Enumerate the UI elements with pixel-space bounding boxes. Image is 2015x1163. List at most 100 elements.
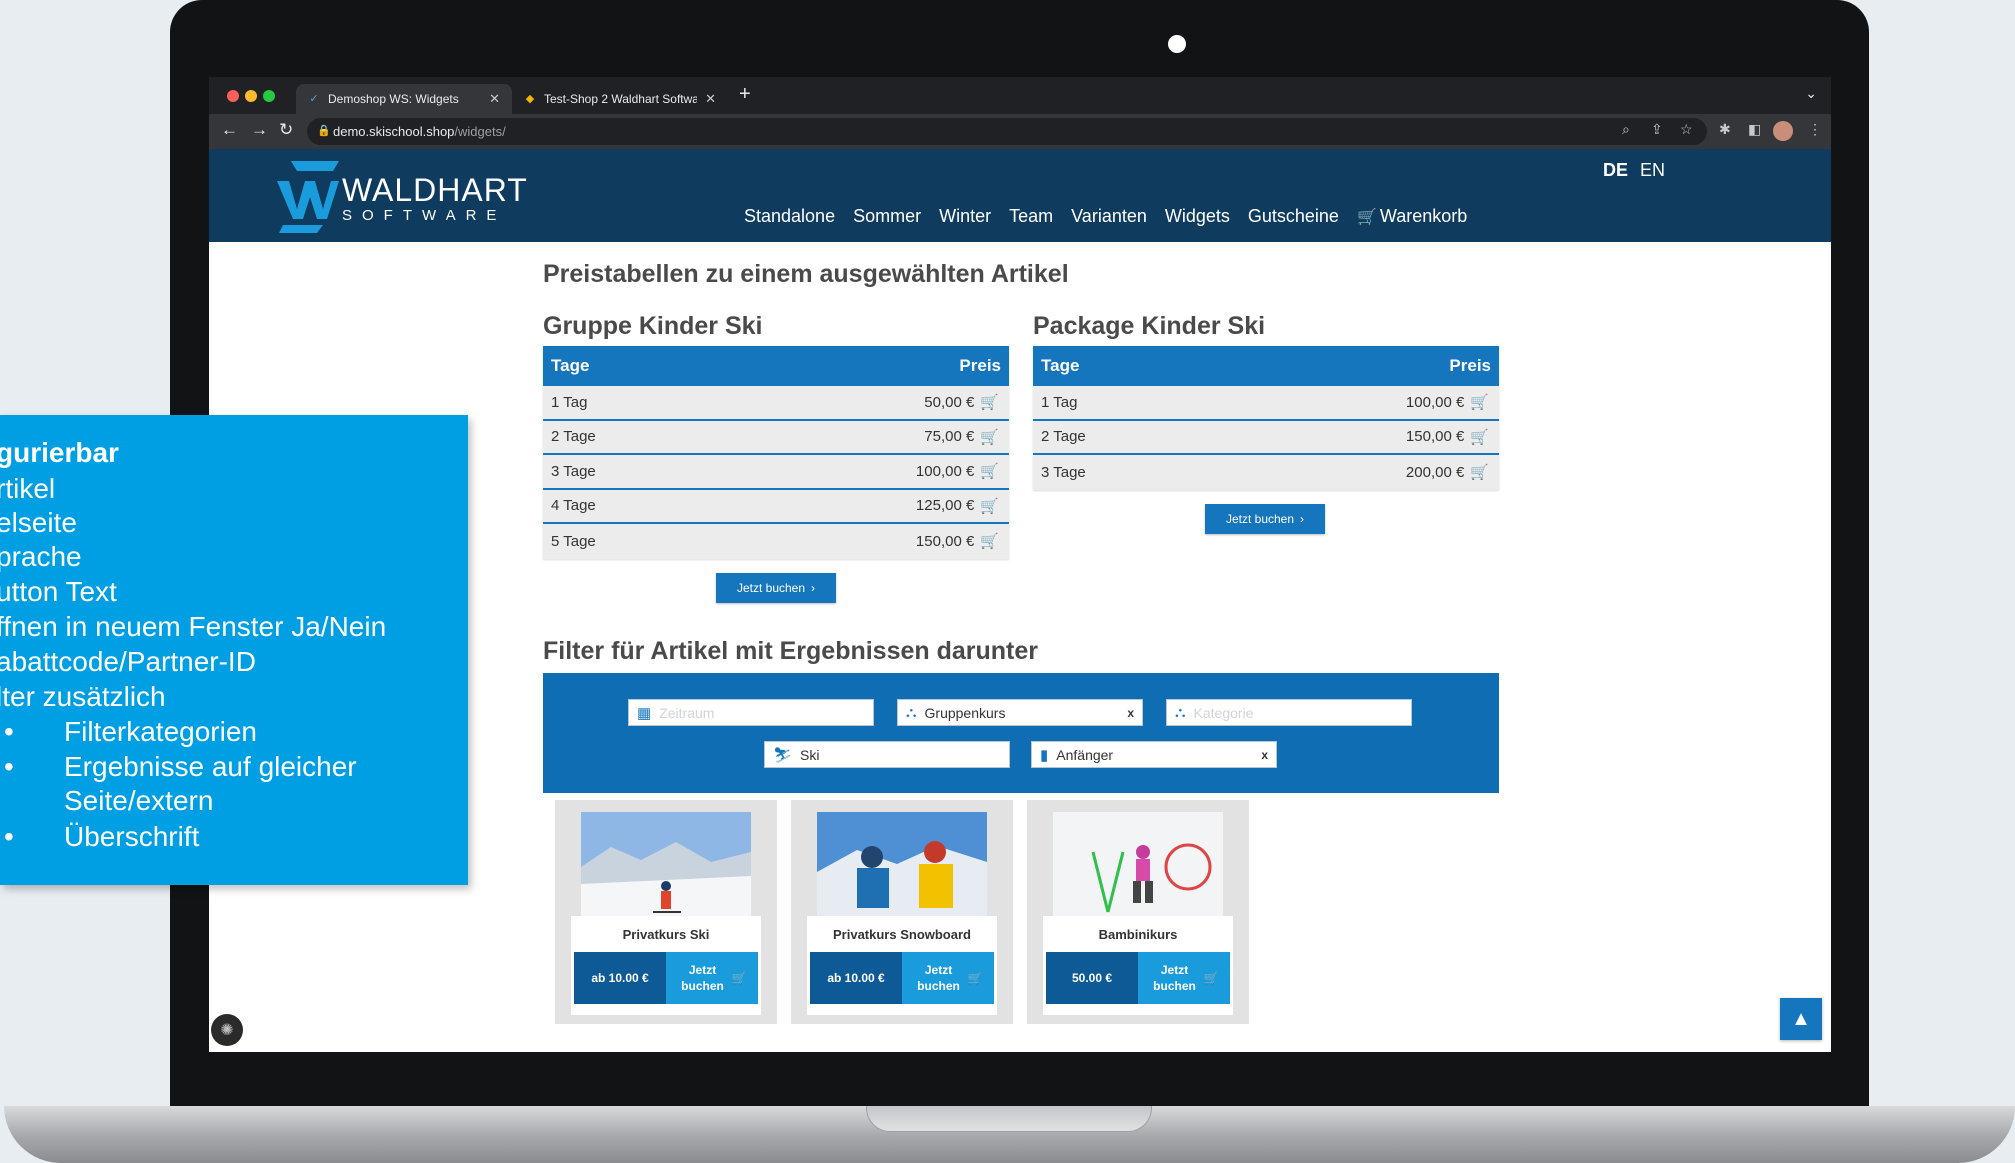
table-header: Tage Preis — [543, 346, 1009, 386]
row-days: 5 Tage — [551, 532, 596, 550]
chevron-down-icon[interactable]: ⌄ — [1805, 85, 1817, 102]
price-table-package: Tage Preis 1 Tag 100,00 € 🛒 2 Tage 150,00 €… — [1033, 346, 1499, 490]
product-book-button[interactable]: Jetzt buchen 🛒 — [902, 952, 994, 1004]
level-filter-input[interactable]: ▮ Anfänger x — [1031, 741, 1277, 768]
menu-item-varianten[interactable]: Varianten — [1071, 206, 1147, 227]
clear-level-button[interactable]: x — [1261, 748, 1268, 762]
product-card[interactable]: Bambinikurs 50.00 € Jetzt buchen 🛒 — [1027, 800, 1249, 1024]
callout-line: elseite — [0, 507, 77, 538]
star-icon[interactable]: ☆ — [1680, 121, 1693, 138]
cart-icon: 🛒 — [1203, 971, 1219, 985]
row-price: 200,00 € — [1405, 463, 1465, 481]
clear-type-button[interactable]: x — [1127, 706, 1134, 720]
menu-item-widgets[interactable]: Widgets — [1165, 206, 1230, 227]
plus-icon[interactable]: + — [739, 83, 751, 106]
skier-icon: ⛷ — [773, 746, 793, 764]
product-price[interactable]: ab 10.00 € — [574, 952, 666, 1004]
chevron-right-icon: › — [1300, 512, 1305, 526]
lang-de[interactable]: DE — [1603, 160, 1628, 181]
product-price[interactable]: 50.00 € — [1046, 952, 1138, 1004]
menu-item-team[interactable]: Team — [1009, 206, 1053, 227]
product-book-button[interactable]: Jetzt buchen 🛒 — [1138, 952, 1230, 1004]
row-price: 50,00 € — [924, 393, 975, 411]
col-days: Tage — [1041, 356, 1080, 375]
menu-item-warenkorb[interactable]: 🛒 Warenkorb — [1357, 206, 1467, 227]
table-row: 1 Tag 50,00 € 🛒 — [543, 386, 1009, 421]
row-days: 3 Tage — [551, 462, 596, 480]
typo3-favicon-icon: ◆ — [525, 93, 535, 105]
menu-item-winter[interactable]: Winter — [939, 206, 991, 227]
product-card[interactable]: Privatkurs Snowboard ab 10.00 € Jetzt bu… — [791, 800, 1013, 1024]
product-card[interactable]: Privatkurs Ski ab 10.00 € Jetzt buchen 🛒 — [555, 800, 777, 1024]
tab-strip: ✓ Demoshop WS: Widgets ✕ ◆ Test-Shop 2 W… — [209, 77, 1831, 114]
back-arrow-icon[interactable]: ← — [221, 120, 238, 140]
sidebar-icon[interactable]: ◧ — [1748, 121, 1761, 138]
tab-test-shop[interactable]: ◆ Test-Shop 2 Waldhart Software ✕ — [512, 84, 728, 114]
callout-line: rtikel — [0, 473, 56, 504]
waldhart-favicon-icon: ✓ — [309, 93, 319, 105]
add-to-cart-icon[interactable]: 🛒 — [980, 428, 999, 446]
row-price: 125,00 € — [915, 497, 975, 515]
table-row: 4 Tage 125,00 € 🛒 — [543, 490, 1009, 524]
section-title-price-tables: Preistabellen zu einem ausgewählten Arti… — [543, 260, 1069, 288]
waldhart-logo-icon[interactable] — [277, 157, 339, 233]
sport-filter-input[interactable]: ⛷ Ski — [764, 741, 1010, 768]
scroll-to-top-button[interactable]: ▲ — [1780, 998, 1822, 1040]
add-to-cart-icon[interactable]: 🛒 — [1470, 463, 1489, 481]
zoom-icon[interactable]: ⌕ — [1622, 121, 1630, 138]
col-price: Preis — [1449, 356, 1491, 375]
table-row: 1 Tag 100,00 € 🛒 — [1033, 386, 1499, 421]
bullet-icon: • — [4, 751, 14, 782]
add-to-cart-icon[interactable]: 🛒 — [980, 497, 999, 515]
period-filter-input[interactable]: ▦ Zeitraum — [628, 699, 874, 726]
lang-en[interactable]: EN — [1640, 160, 1665, 181]
product-book-button[interactable]: Jetzt buchen 🛒 — [666, 952, 758, 1004]
close-icon[interactable]: ✕ — [705, 91, 716, 107]
table-row: 5 Tage 150,00 € 🛒 — [543, 524, 1009, 559]
callout-bullet: Überschrift — [64, 821, 200, 852]
book-now-button[interactable]: Jetzt buchen › — [1205, 504, 1325, 534]
maximize-window-icon[interactable] — [263, 90, 275, 102]
close-window-icon[interactable] — [227, 90, 239, 102]
extensions-icon[interactable]: ✱ — [1719, 121, 1731, 138]
url-host: demo.skischool.shop — [333, 124, 455, 139]
menu-dots-icon[interactable]: ⋮ — [1808, 121, 1822, 138]
callout-line: abattcode/Partner-ID — [0, 646, 256, 677]
avatar[interactable] — [1773, 121, 1793, 141]
book-label: Jetzt buchen — [1153, 963, 1196, 993]
book-label: Jetzt buchen — [917, 963, 960, 993]
type-filter-input[interactable]: ⛬ Gruppenkurs x — [897, 699, 1143, 726]
share-icon[interactable]: ⇪ — [1651, 121, 1663, 138]
reload-icon[interactable]: ↻ — [279, 120, 293, 140]
row-days: 1 Tag — [551, 393, 588, 411]
category-placeholder: Kategorie — [1193, 704, 1254, 721]
url-field[interactable]: 🔒 demo.skischool.shop/widgets/ — [307, 118, 1707, 145]
callout-line: utton Text — [0, 576, 117, 607]
add-to-cart-icon[interactable]: 🛒 — [980, 393, 999, 411]
product-price[interactable]: ab 10.00 € — [810, 952, 902, 1004]
arrow-up-icon: ▲ — [1791, 1007, 1811, 1030]
table-row: 3 Tage 200,00 € 🛒 — [1033, 455, 1499, 490]
add-to-cart-icon[interactable]: 🛒 — [980, 462, 999, 480]
menu-item-gutscheine[interactable]: Gutscheine — [1248, 206, 1339, 227]
menu-item-sommer[interactable]: Sommer — [853, 206, 921, 227]
minimize-window-icon[interactable] — [245, 90, 257, 102]
lock-icon: 🔒 — [317, 125, 331, 137]
add-to-cart-icon[interactable]: 🛒 — [1470, 393, 1489, 411]
book-now-label: Jetzt buchen — [1225, 512, 1295, 526]
col-days: Tage — [551, 356, 590, 375]
calendar-icon: ▦ — [637, 704, 652, 722]
book-now-button[interactable]: Jetzt buchen › — [716, 573, 836, 603]
logo-wordmark[interactable]: WALDHART — [342, 172, 528, 209]
add-to-cart-icon[interactable]: 🛒 — [980, 532, 999, 550]
add-to-cart-icon[interactable]: 🛒 — [1470, 428, 1489, 446]
category-filter-input[interactable]: ⛬ Kategorie — [1166, 699, 1412, 726]
close-icon[interactable]: ✕ — [489, 91, 500, 107]
cookie-icon[interactable]: ✺ — [211, 1014, 243, 1046]
product-name: Privatkurs Snowboard — [833, 927, 971, 942]
forward-arrow-icon[interactable]: → — [251, 120, 268, 140]
main-menu: Standalone Sommer Winter Team Varianten … — [744, 206, 1467, 227]
callout-bullet: Ergebnisse auf gleicher — [64, 751, 357, 782]
tab-demoshop[interactable]: ✓ Demoshop WS: Widgets ✕ — [296, 84, 512, 114]
menu-item-standalone[interactable]: Standalone — [744, 206, 835, 227]
